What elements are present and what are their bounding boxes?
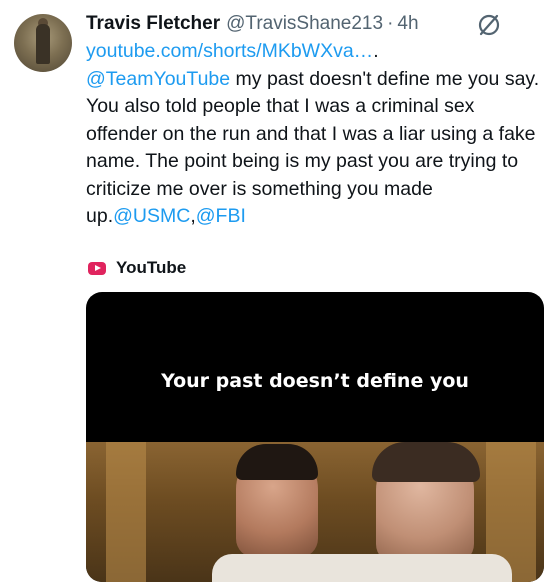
person-right-hair xyxy=(372,442,480,482)
author-name[interactable]: Travis Fletcher xyxy=(86,13,220,35)
video-caption: Your past doesn’t define you xyxy=(161,370,469,392)
link-trailing-period: . xyxy=(373,40,379,62)
background-panel xyxy=(106,442,146,582)
tweet-header: Travis Fletcher @TravisShane213 · 4h xyxy=(86,10,419,38)
mention-usmc[interactable]: @USMC xyxy=(113,205,190,227)
video-link[interactable]: youtube.com/shorts/MKbWXva… xyxy=(86,40,373,62)
author-avatar[interactable] xyxy=(14,14,72,72)
card-source[interactable]: YouTube xyxy=(88,258,186,278)
youtube-icon xyxy=(88,261,106,275)
tweet-timestamp[interactable]: 4h xyxy=(397,13,418,35)
shirt xyxy=(212,554,512,582)
mention-fbi[interactable]: @FBI xyxy=(196,205,246,227)
person-left-hair xyxy=(236,444,318,480)
header-separator: · xyxy=(387,13,394,34)
avatar-figure-body xyxy=(36,24,50,64)
mention-teamyoutube[interactable]: @TeamYouTube xyxy=(86,68,230,90)
author-handle[interactable]: @TravisShane213 xyxy=(226,13,383,35)
video-scene xyxy=(86,442,544,582)
card-source-label: YouTube xyxy=(116,258,187,277)
tweet-body: youtube.com/shorts/MKbWXva…. @TeamYouTub… xyxy=(86,38,546,231)
tweet-text: my past doesn't define me you say. You a… xyxy=(86,67,540,228)
grok-icon[interactable] xyxy=(476,12,502,38)
video-thumbnail[interactable]: Your past doesn’t define you xyxy=(86,292,544,582)
